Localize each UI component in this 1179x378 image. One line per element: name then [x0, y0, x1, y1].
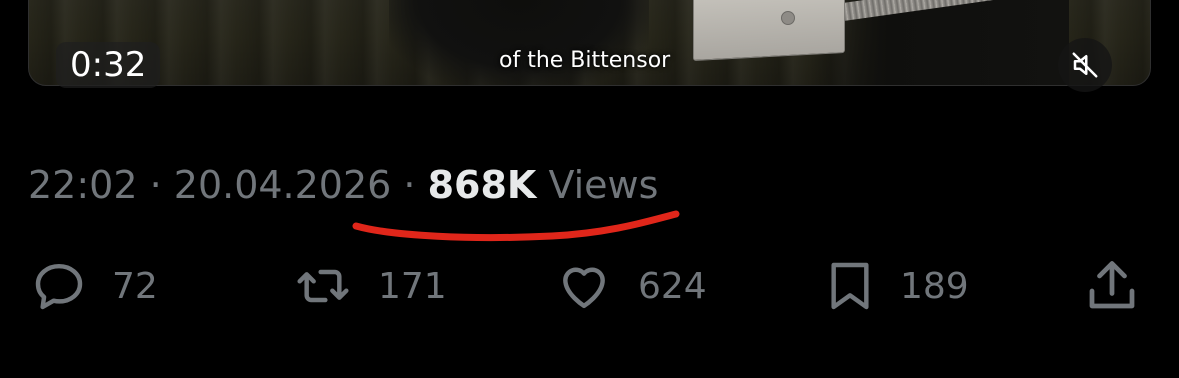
views-label[interactable]: Views: [536, 163, 658, 207]
like-button[interactable]: 624: [552, 256, 707, 316]
mute-button[interactable]: [1058, 38, 1112, 92]
video-caption: of the Bittensor: [499, 48, 671, 73]
meta-separator: ·: [137, 163, 174, 207]
video-time-badge: 0:32: [56, 42, 161, 88]
video-frame-device-knob: [781, 11, 795, 25]
reply-button[interactable]: 72: [28, 256, 158, 316]
tweet-detail-view: 0:32 of the Bittensor 22:02 · 20.04.2026…: [0, 0, 1179, 378]
reply-count: 72: [112, 265, 158, 307]
tweet-date[interactable]: 20.04.2026: [174, 163, 392, 207]
video-frame-figure: [389, 0, 649, 85]
share-icon: [1089, 261, 1135, 309]
bookmark-count: 189: [900, 265, 969, 307]
reply-icon: [35, 263, 83, 310]
repost-icon: [297, 269, 349, 303]
repost-count: 171: [378, 265, 447, 307]
speaker-muted-icon: [1072, 52, 1098, 78]
share-button[interactable]: [1080, 256, 1144, 316]
like-count: 624: [638, 265, 707, 307]
red-underline-annotation: [352, 210, 680, 242]
tweet-meta-line: 22:02 · 20.04.2026 · 868K Views: [28, 162, 658, 208]
tweet-time[interactable]: 22:02: [28, 163, 138, 207]
bookmark-button[interactable]: 189: [822, 256, 969, 316]
bookmark-icon: [831, 262, 869, 310]
video-frame-device: [693, 0, 845, 61]
views-count[interactable]: 868K: [428, 163, 537, 207]
video-player[interactable]: [28, 0, 1151, 86]
heart-icon: [563, 267, 605, 309]
meta-separator: ·: [391, 163, 428, 207]
repost-button[interactable]: 171: [290, 256, 447, 316]
